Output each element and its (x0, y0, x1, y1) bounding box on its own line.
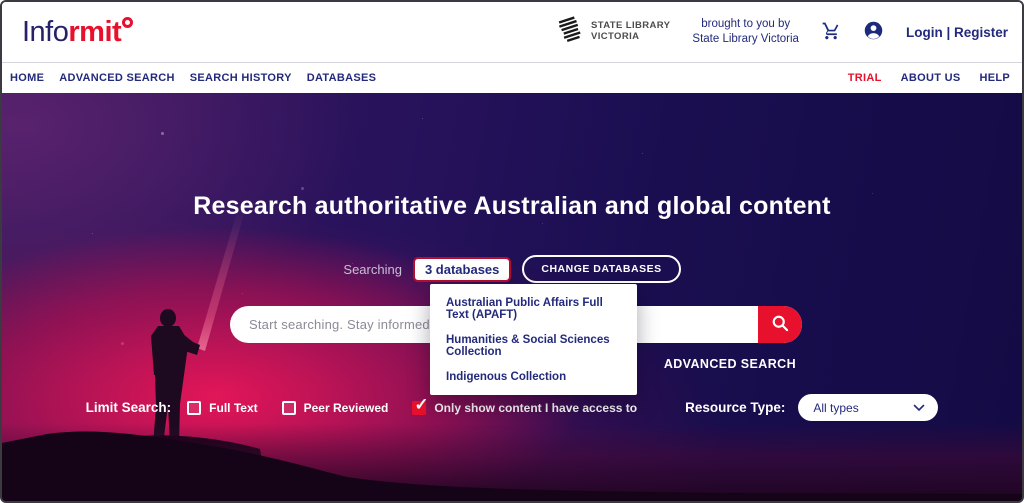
page: Informit STATE LIBRARY VICTORIA brought … (0, 0, 1024, 503)
hero-heading: Research authoritative Australian and gl… (2, 192, 1022, 221)
full-text-checkbox[interactable] (187, 401, 201, 415)
nav-about-us[interactable]: ABOUT US (901, 72, 961, 84)
searching-row: Searching 3 databases CHANGE DATABASES (2, 255, 1022, 283)
dropdown-item-indigenous[interactable]: Indigenous Collection (430, 362, 637, 387)
peer-reviewed-label: Peer Reviewed (304, 401, 389, 415)
resource-type-select[interactable]: All types (798, 394, 938, 421)
nav-advanced-search[interactable]: ADVANCED SEARCH (59, 72, 175, 84)
slv-logo-icon (558, 15, 584, 50)
cart-icon (821, 21, 841, 44)
user-icon (863, 20, 884, 44)
nav-left: HOME ADVANCED SEARCH SEARCH HISTORY DATA… (10, 72, 391, 84)
nav-databases[interactable]: DATABASES (307, 72, 377, 84)
login-register-link[interactable]: Login | Register (906, 25, 1008, 40)
informit-logo[interactable]: Informit (22, 16, 133, 49)
stars-decoration (2, 93, 3, 94)
peer-reviewed-checkbox[interactable] (282, 401, 296, 415)
limit-search-label: Limit Search: (86, 400, 172, 415)
logo-text-info: Info (22, 16, 68, 49)
change-databases-button[interactable]: CHANGE DATABASES (522, 255, 680, 283)
account-button[interactable] (863, 20, 884, 44)
hero-section: Research authoritative Australian and gl… (2, 93, 1022, 502)
full-text-label: Full Text (209, 401, 257, 415)
slv-logo-text: STATE LIBRARY VICTORIA (591, 21, 670, 43)
dropdown-item-humanities[interactable]: Humanities & Social Sciences Collection (430, 325, 637, 362)
main-nav: HOME ADVANCED SEARCH SEARCH HISTORY DATA… (2, 62, 1022, 93)
brought-to-you-by: brought to you by State Library Victoria (692, 17, 799, 47)
logo-ring-icon (122, 17, 133, 28)
header-right: STATE LIBRARY VICTORIA brought to you by… (558, 15, 1008, 50)
nav-home[interactable]: HOME (10, 72, 44, 84)
checkbox-full-text[interactable]: Full Text (187, 401, 257, 415)
logo-text-rmit: rmit (68, 16, 121, 49)
checkbox-peer-reviewed[interactable]: Peer Reviewed (282, 401, 389, 415)
resource-type-value: All types (813, 401, 858, 415)
limit-search-row: Limit Search: Full Text Peer Reviewed ✓ … (2, 394, 1022, 421)
search-button[interactable] (758, 306, 802, 343)
nav-right: TRIAL ABOUT US HELP (829, 72, 1010, 84)
resource-type-label: Resource Type: (685, 400, 785, 415)
nav-trial[interactable]: TRIAL (848, 72, 882, 84)
rocks-silhouette (2, 427, 1022, 502)
advanced-search-link[interactable]: ADVANCED SEARCH (664, 357, 796, 371)
database-count-button[interactable]: 3 databases (413, 257, 511, 282)
access-only-label: Only show content I have access to (434, 401, 637, 415)
slv-logo: STATE LIBRARY VICTORIA (558, 15, 670, 50)
checkmark-icon: ✓ (414, 396, 428, 413)
checkbox-access-only[interactable]: ✓ Only show content I have access to (412, 401, 637, 415)
searching-label: Searching (343, 262, 402, 277)
header: Informit STATE LIBRARY VICTORIA brought … (2, 2, 1022, 62)
chevron-down-icon (913, 399, 925, 417)
access-only-checkbox[interactable]: ✓ (412, 401, 426, 415)
search-icon (770, 313, 790, 336)
dropdown-item-apaft[interactable]: Australian Public Affairs Full Text (APA… (430, 288, 637, 325)
databases-dropdown: Australian Public Affairs Full Text (APA… (430, 284, 637, 395)
nav-help[interactable]: HELP (979, 72, 1010, 84)
nav-search-history[interactable]: SEARCH HISTORY (190, 72, 292, 84)
cart-button[interactable] (821, 21, 841, 44)
